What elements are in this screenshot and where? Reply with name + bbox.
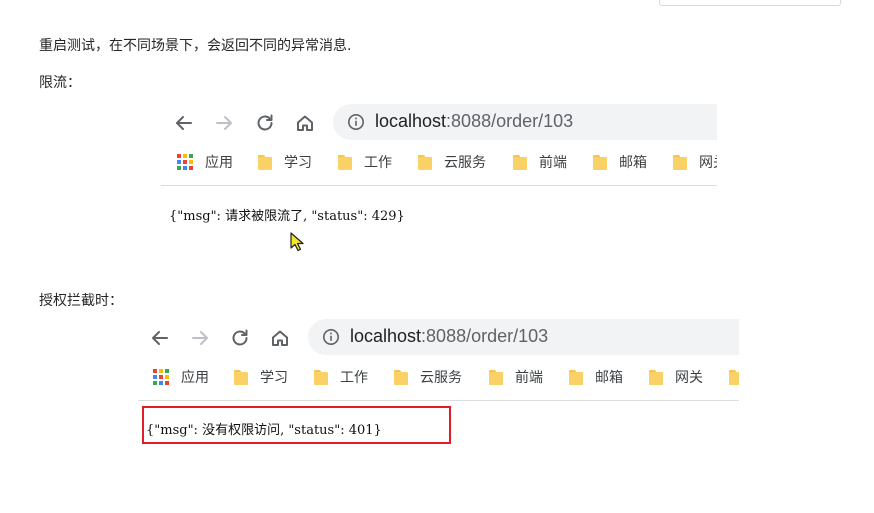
url-text: localhost:8088/order/103 <box>350 326 548 347</box>
bookmarks-bar: 应用 学习 工作 云服务 前端 邮箱 网关 <box>161 148 717 176</box>
toolbar-divider <box>138 400 739 401</box>
apps-grid-icon <box>153 369 169 385</box>
highlight-box <box>142 406 451 444</box>
bookmark-apps[interactable]: 应用 <box>177 152 233 172</box>
folder-icon <box>489 369 503 385</box>
info-icon[interactable] <box>322 328 340 346</box>
bookmark-label: 网关 <box>675 370 703 386</box>
bookmark-folder[interactable]: 工作 <box>338 152 392 172</box>
bookmark-folder[interactable]: 学习 <box>258 152 312 172</box>
json-response: {"msg": 请求被限流了, "status": 429} <box>169 209 405 224</box>
mouse-cursor-icon <box>290 232 304 252</box>
top-input-box <box>659 0 841 6</box>
info-icon[interactable] <box>347 113 365 131</box>
section-rate-limit-heading: 限流： <box>39 75 81 91</box>
bookmark-folder[interactable]: 邮箱 <box>593 152 647 172</box>
folder-icon <box>338 154 352 170</box>
url-text: localhost:8088/order/103 <box>375 111 573 132</box>
bookmark-label: 工作 <box>364 155 392 171</box>
bookmark-apps[interactable]: 应用 <box>153 367 209 387</box>
folder-icon <box>258 154 272 170</box>
intro-text: 重启测试，在不同场景下，会返回不同的异常消息. <box>39 38 352 54</box>
bookmark-folder[interactable]: 学习 <box>234 367 288 387</box>
toolbar-divider <box>161 185 717 186</box>
browser-toolbar: localhost:8088/order/103 <box>138 319 739 357</box>
back-arrow-icon[interactable] <box>149 327 171 349</box>
bookmark-label: 云服务 <box>444 155 486 171</box>
bookmark-folder[interactable]: 邮箱 <box>569 367 623 387</box>
address-bar[interactable]: localhost:8088/order/103 <box>333 104 717 140</box>
home-icon[interactable] <box>294 112 316 134</box>
bookmark-label: 学习 <box>260 370 288 386</box>
folder-icon <box>234 369 248 385</box>
bookmark-label: 云服务 <box>420 370 462 386</box>
section-auth-heading: 授权拦截时： <box>39 293 123 309</box>
back-arrow-icon[interactable] <box>173 112 195 134</box>
browser-screenshot-rate-limit: localhost:8088/order/103 应用 学习 工作 云服务 前端… <box>161 104 717 254</box>
folder-icon <box>513 154 527 170</box>
bookmark-folder[interactable]: 网关 <box>673 152 717 172</box>
bookmark-folder[interactable]: 前端 <box>513 152 567 172</box>
folder-icon <box>649 369 663 385</box>
reload-icon[interactable] <box>254 112 276 134</box>
bookmark-label: 前端 <box>539 155 567 171</box>
bookmark-folder[interactable]: 云服务 <box>394 367 462 387</box>
bookmark-label: 应用 <box>205 155 233 171</box>
bookmark-folder[interactable]: 网关 <box>649 367 703 387</box>
browser-toolbar: localhost:8088/order/103 <box>161 104 717 142</box>
folder-icon <box>394 369 408 385</box>
folder-icon <box>569 369 583 385</box>
folder-icon <box>418 154 432 170</box>
url-host: localhost <box>375 111 447 131</box>
forward-arrow-icon[interactable] <box>189 327 211 349</box>
bookmark-label: 学习 <box>284 155 312 171</box>
url-path: :8088/order/103 <box>421 326 549 346</box>
url-path: :8088/order/103 <box>446 111 574 131</box>
bookmark-folder[interactable]: 前端 <box>489 367 543 387</box>
folder-icon <box>729 369 739 385</box>
folder-icon <box>314 369 328 385</box>
bookmarks-bar: 应用 学习 工作 云服务 前端 邮箱 网关 <box>138 363 739 391</box>
reload-icon[interactable] <box>229 327 251 349</box>
folder-icon <box>673 154 687 170</box>
bookmark-label: 邮箱 <box>619 155 647 171</box>
bookmark-folder[interactable]: 云服务 <box>418 152 486 172</box>
bookmark-label: 网关 <box>699 155 717 171</box>
apps-grid-icon <box>177 154 193 170</box>
bookmark-label: 工作 <box>340 370 368 386</box>
url-host: localhost <box>350 326 422 346</box>
bookmark-folder-overflow[interactable] <box>729 367 739 387</box>
bookmark-label: 前端 <box>515 370 543 386</box>
bookmark-folder[interactable]: 工作 <box>314 367 368 387</box>
folder-icon <box>593 154 607 170</box>
bookmark-label: 应用 <box>181 370 209 386</box>
forward-arrow-icon[interactable] <box>213 112 235 134</box>
bookmark-label: 邮箱 <box>595 370 623 386</box>
home-icon[interactable] <box>269 327 291 349</box>
address-bar[interactable]: localhost:8088/order/103 <box>308 319 739 355</box>
